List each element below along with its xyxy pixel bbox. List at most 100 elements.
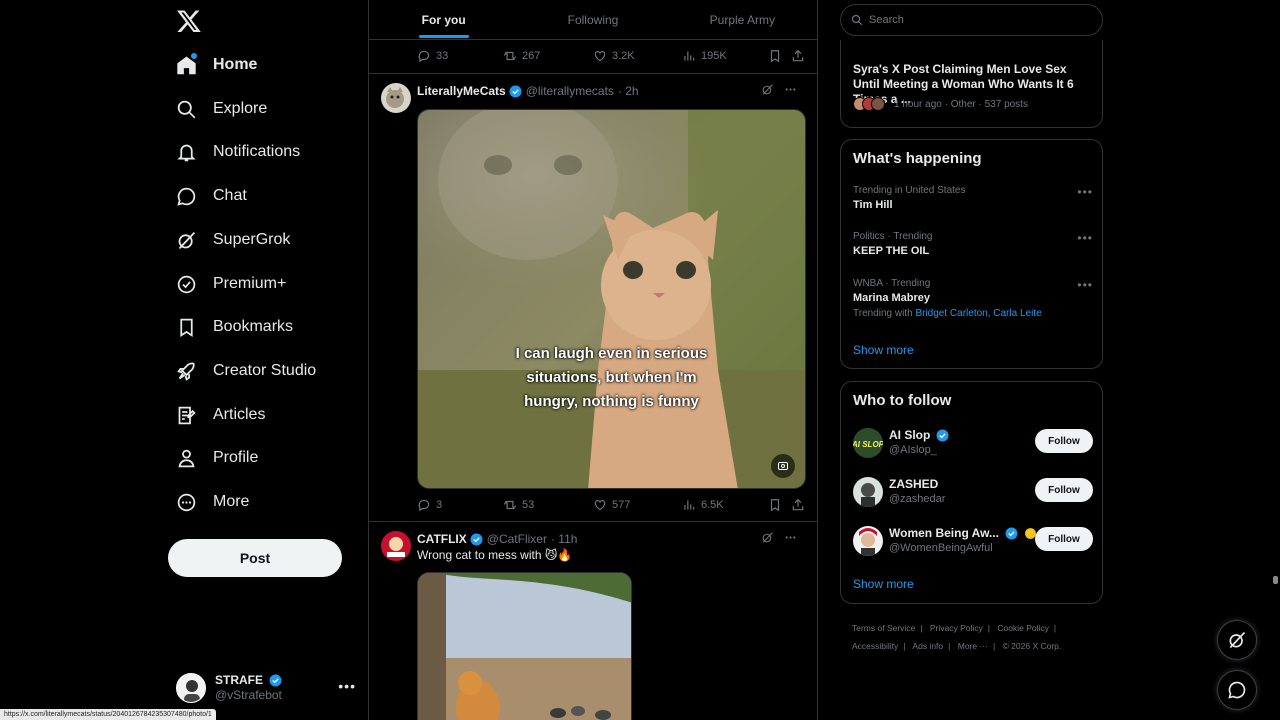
- nav-label: More: [213, 493, 250, 510]
- verified-badge-icon: [470, 533, 483, 545]
- nav-explore[interactable]: Explore: [166, 87, 267, 131]
- nav-label: SuperGrok: [213, 231, 291, 248]
- tweet-actions: 33 267 3.2K 195K: [417, 47, 807, 65]
- follow-button[interactable]: Follow: [1035, 478, 1093, 502]
- nav-more[interactable]: More: [166, 480, 249, 524]
- nav-home[interactable]: Home: [166, 43, 257, 87]
- trend-name: Marina Mabrey: [853, 292, 931, 304]
- author-handle[interactable]: @CatFlixer: [487, 532, 547, 546]
- show-more-link[interactable]: Show more: [853, 577, 914, 591]
- tab-for-you[interactable]: For you: [369, 0, 518, 39]
- cat-image: [418, 110, 805, 488]
- avatar[interactable]: [381, 83, 411, 113]
- more-options-icon[interactable]: •••: [1077, 231, 1093, 245]
- more-options-icon[interactable]: •••: [1077, 278, 1093, 292]
- nav-supergrok[interactable]: SuperGrok: [166, 218, 290, 262]
- nav-bookmarks[interactable]: Bookmarks: [166, 305, 293, 349]
- share-button[interactable]: [791, 498, 805, 512]
- grok-fab-button[interactable]: [1217, 620, 1257, 660]
- avatar[interactable]: [381, 531, 411, 561]
- nav-label: Home: [213, 56, 258, 73]
- tweet-time[interactable]: · 2h: [618, 84, 639, 98]
- trend-with-label: Trending with: [853, 308, 913, 319]
- nav-notifications[interactable]: Notifications: [166, 130, 300, 174]
- nav-label: Explore: [213, 100, 268, 117]
- tweet-media-video[interactable]: [417, 572, 632, 720]
- repost-button[interactable]: 267: [503, 49, 540, 63]
- share-button[interactable]: [791, 49, 805, 63]
- more-options-icon[interactable]: •••: [338, 678, 356, 694]
- footer-links: Terms of Service | Privacy Policy | Cookie…: [852, 623, 1062, 651]
- grok-icon[interactable]: [761, 531, 774, 544]
- views-button[interactable]: 6.5K: [682, 498, 724, 512]
- like-button[interactable]: 3.2K: [593, 49, 635, 63]
- avatar: [176, 673, 206, 703]
- account-name: AI Slop: [889, 428, 931, 442]
- bookmark-button[interactable]: [768, 49, 782, 63]
- repost-icon: [503, 51, 517, 61]
- nav-label: Profile: [213, 449, 259, 466]
- tweet-media-gif[interactable]: I can laugh even in serious situations, …: [417, 109, 806, 489]
- footer-link[interactable]: Cookie Policy: [997, 623, 1049, 633]
- heart-icon: [594, 500, 606, 511]
- trend-name: KEEP THE OIL: [853, 245, 930, 257]
- x-logo-icon[interactable]: [176, 8, 202, 34]
- caption-line: hungry, nothing is funny: [524, 393, 699, 410]
- nav-premium[interactable]: Premium+: [166, 262, 286, 306]
- whats-happening-panel: What's happening Trending in United Stat…: [840, 139, 1103, 369]
- follow-button[interactable]: Follow: [1035, 527, 1093, 551]
- bookmark-icon: [770, 499, 780, 512]
- reply-button[interactable]: 33: [417, 49, 448, 63]
- trend-related-links[interactable]: Bridget Carleton, Carla Leite: [915, 308, 1041, 319]
- tab-following[interactable]: Following: [518, 0, 667, 39]
- footer-link[interactable]: Terms of Service: [852, 623, 915, 633]
- author-handle[interactable]: @literallymecats: [526, 84, 614, 98]
- follow-suggestion[interactable]: AI SLOP AI Slop @AIslop_ Follow: [853, 426, 1093, 460]
- search-box[interactable]: [840, 4, 1103, 36]
- footer-link[interactable]: Privacy Policy: [930, 623, 983, 633]
- post-button[interactable]: Post: [168, 539, 342, 577]
- nav-chat[interactable]: Chat: [166, 174, 247, 218]
- footer-link[interactable]: Accessibility: [852, 641, 898, 651]
- like-button[interactable]: 577: [593, 498, 630, 512]
- trend-name: Tim Hill: [853, 199, 893, 211]
- grok-icon[interactable]: [761, 83, 774, 96]
- account-name: ZASHED: [889, 477, 939, 491]
- trend-item[interactable]: WNBA · Trending Marina Mabrey Trending w…: [853, 278, 1093, 319]
- like-count: 577: [612, 499, 631, 511]
- nav-articles[interactable]: Articles: [166, 393, 265, 437]
- nav-creator-studio[interactable]: Creator Studio: [166, 349, 316, 393]
- scrollbar-thumb[interactable]: [1273, 576, 1278, 584]
- timeline: For you Following Purple Army 33 267 3.2…: [368, 0, 818, 720]
- bookmark-button[interactable]: [768, 498, 782, 512]
- tab-purple-army[interactable]: Purple Army: [668, 0, 817, 39]
- media-options-button[interactable]: [771, 454, 795, 478]
- messages-fab-button[interactable]: [1217, 670, 1257, 710]
- trend-item[interactable]: Trending in United States Tim Hill •••: [853, 185, 1093, 211]
- author-name[interactable]: LiterallyMeCats: [417, 84, 506, 98]
- more-options-icon[interactable]: [784, 531, 797, 544]
- show-more-link[interactable]: Show more: [853, 343, 914, 357]
- search-input[interactable]: [869, 14, 1069, 26]
- more-options-icon[interactable]: [784, 83, 797, 96]
- footer-link[interactable]: Ads info: [912, 641, 943, 651]
- nav-profile[interactable]: Profile: [166, 436, 258, 480]
- scrollbar[interactable]: [1270, 0, 1280, 720]
- views-count: 195K: [701, 50, 727, 62]
- footer-link[interactable]: More ···: [958, 641, 988, 651]
- news-card[interactable]: Syra's X Post Claiming Men Love Sex Unti…: [840, 40, 1103, 128]
- account-handle: @WomenBeingAwful: [889, 542, 993, 554]
- follow-suggestion[interactable]: Women Being Aw... @WomenBeingAwful Follo…: [853, 524, 1093, 558]
- trend-item[interactable]: Politics · Trending KEEP THE OIL •••: [853, 231, 1093, 257]
- account-switcher[interactable]: STRAFE @vStrafebot •••: [176, 668, 362, 708]
- person-icon: [178, 449, 195, 467]
- follow-suggestion[interactable]: ZASHED @zashedar Follow: [853, 475, 1093, 509]
- tweet-time[interactable]: · 11h: [551, 532, 577, 546]
- more-options-icon[interactable]: •••: [1077, 185, 1093, 199]
- trend-meta: WNBA · Trending: [853, 278, 931, 289]
- reply-button[interactable]: 3: [417, 498, 442, 512]
- author-name[interactable]: CATFLIX: [417, 532, 467, 546]
- repost-button[interactable]: 53: [503, 498, 534, 512]
- follow-button[interactable]: Follow: [1035, 429, 1093, 453]
- views-button[interactable]: 195K: [682, 49, 727, 63]
